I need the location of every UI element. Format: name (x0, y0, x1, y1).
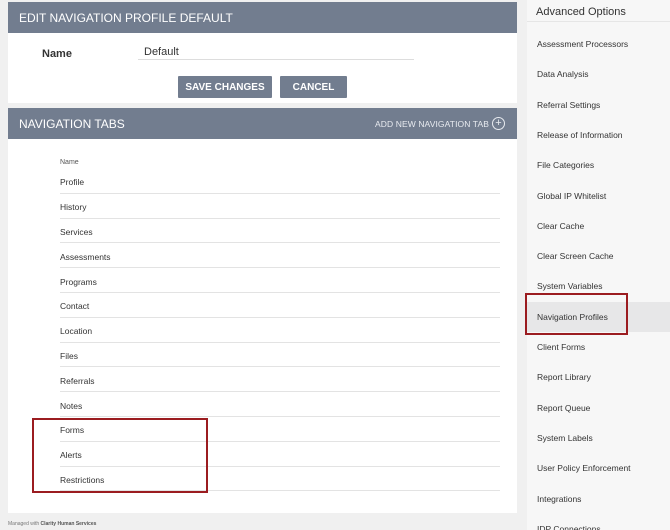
sidebar-item-label: System Variables (537, 281, 603, 292)
sidebar-item-label: Report Queue (537, 402, 591, 413)
sidebar-divider (527, 21, 670, 22)
tab-row-label: Contact (60, 301, 90, 312)
tab-row[interactable]: Services (60, 219, 500, 244)
tab-row-label: Forms (60, 425, 85, 436)
plus-circle-icon: + (492, 117, 505, 130)
edit-profile-title: EDIT NAVIGATION PROFILE DEFAULT (19, 10, 233, 25)
name-input[interactable] (138, 44, 414, 60)
footer-prefix: Managed with (8, 521, 40, 527)
sidebar-item-label: Release of Information (537, 129, 623, 140)
sidebar-item-file-categories[interactable]: File Categories (527, 150, 670, 180)
navigation-tabs-header: NAVIGATION TABS ADD NEW NAVIGATION TAB + (8, 108, 517, 139)
sidebar-item-release-of-information[interactable]: Release of Information (527, 120, 670, 150)
tab-row-label: Restrictions (60, 474, 105, 485)
sidebar-item-label: Navigation Profiles (537, 311, 608, 322)
tab-row-label: Referrals (60, 375, 95, 386)
navigation-tabs-title: NAVIGATION TABS (19, 116, 125, 131)
sidebar-item-report-library[interactable]: Report Library (527, 362, 670, 392)
sidebar-item-label: Clear Screen Cache (537, 251, 614, 262)
sidebar-item-label: Global IP Whitelist (537, 190, 607, 201)
tab-row[interactable]: Files (60, 343, 500, 368)
sidebar-item-label: Client Forms (537, 342, 586, 352)
tab-rows: Profile History Services Assessments Program… (60, 169, 500, 492)
name-label: Name (42, 48, 72, 60)
sidebar-item-user-policy-enforcement[interactable]: User Policy Enforcement (527, 453, 670, 483)
tab-row-label: History (60, 202, 87, 213)
tab-row[interactable]: Restrictions (60, 467, 500, 492)
sidebar-item-label: IDP Connections (537, 523, 601, 530)
tab-row[interactable]: Profile (60, 169, 500, 194)
tab-row[interactable]: Alerts (60, 442, 500, 467)
footer-brand: Clarity Human Services (40, 521, 97, 527)
sidebar-title: Advanced Options (536, 6, 626, 18)
add-navigation-tab-button[interactable]: ADD NEW NAVIGATION TAB + (375, 108, 505, 139)
tab-row-label: Notes (60, 400, 83, 411)
tab-row-label: Files (60, 350, 78, 361)
sidebar-item-label: Clear Cache (537, 220, 585, 231)
sidebar-item-label: Integrations (537, 493, 582, 504)
sidebar-item-data-analysis[interactable]: Data Analysis (527, 59, 670, 89)
tab-row[interactable]: Contact (60, 293, 500, 318)
tab-row[interactable]: Forms (60, 417, 500, 442)
footer: Managed with Clarity Human Services (8, 521, 96, 527)
advanced-options-sidebar: Advanced Options Assessment Processors Da… (527, 0, 670, 530)
sidebar-item-idp-connections[interactable]: IDP Connections (527, 514, 670, 530)
tab-row[interactable]: Location (60, 318, 500, 343)
tab-row[interactable]: Notes (60, 392, 500, 417)
edit-profile-form: Name SAVE CHANGES CANCEL (8, 33, 517, 103)
sidebar-item-system-labels[interactable]: System Labels (527, 423, 670, 453)
sidebar-item-referral-settings[interactable]: Referral Settings (527, 90, 670, 120)
sidebar-item-navigation-profiles[interactable]: Navigation Profiles (527, 301, 670, 332)
tab-row-label: Alerts (60, 450, 82, 461)
sidebar-item-label: Data Analysis (537, 69, 589, 80)
tab-row-label: Programs (60, 276, 97, 287)
sidebar-item-assessment-processors[interactable]: Assessment Processors (527, 29, 670, 59)
edit-profile-header: EDIT NAVIGATION PROFILE DEFAULT (8, 2, 517, 33)
add-navigation-tab-label: ADD NEW NAVIGATION TAB (375, 118, 489, 129)
sidebar-item-label: User Policy Enforcement (537, 463, 631, 474)
sidebar-item-clear-cache[interactable]: Clear Cache (527, 211, 670, 241)
sidebar-item-label: File Categories (537, 160, 595, 171)
tab-row[interactable]: Programs (60, 268, 500, 293)
tab-row-label: Services (60, 226, 93, 237)
sidebar-item-label: Assessment Processors (537, 39, 629, 49)
save-changes-button[interactable]: SAVE CHANGES (178, 76, 272, 98)
sidebar-item-label: System Labels (537, 432, 593, 443)
sidebar-item-client-forms[interactable]: Client Forms (527, 332, 670, 362)
sidebar-item-report-queue[interactable]: Report Queue (527, 393, 670, 423)
tab-row-label: Assessments (60, 251, 111, 262)
sidebar-item-clear-screen-cache[interactable]: Clear Screen Cache (527, 241, 670, 271)
tab-row-label: Location (60, 326, 93, 337)
cancel-button[interactable]: CANCEL (280, 76, 347, 98)
tab-row-label: Profile (60, 177, 85, 188)
sidebar-item-global-ip-whitelist[interactable]: Global IP Whitelist (527, 181, 670, 211)
sidebar-item-system-variables[interactable]: System Variables (527, 271, 670, 301)
navigation-tabs-list: Name Profile History Services Assessments Pr… (8, 139, 517, 513)
sidebar-item-label: Report Library (537, 372, 591, 383)
tab-row[interactable]: Referrals (60, 367, 500, 393)
sidebar-item-integrations[interactable]: Integrations (527, 484, 670, 514)
tab-row[interactable]: History (60, 194, 500, 219)
name-column-header: Name (60, 159, 79, 166)
tab-row[interactable]: Assessments (60, 243, 500, 269)
sidebar-item-label: Referral Settings (537, 99, 601, 110)
